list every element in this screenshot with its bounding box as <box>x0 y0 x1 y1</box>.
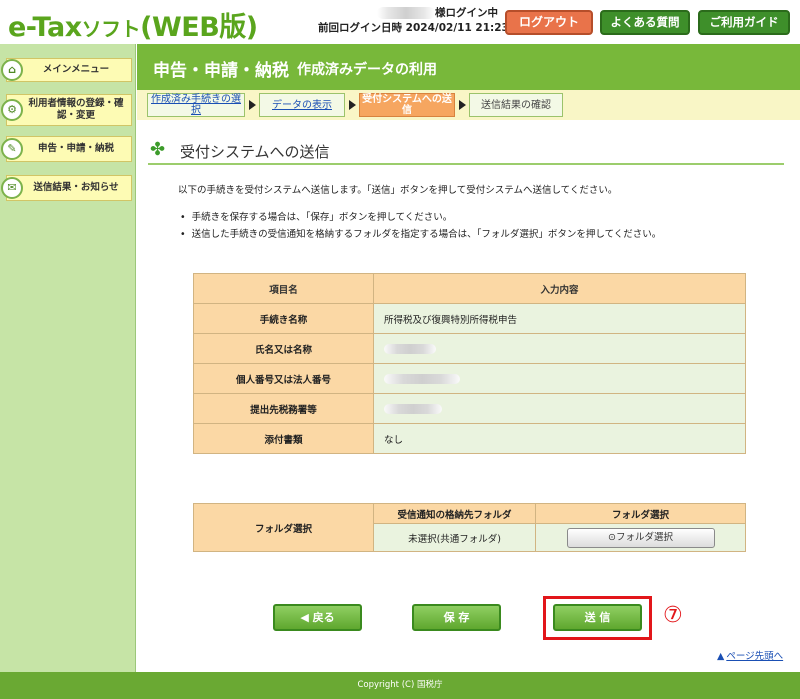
folder-select-button[interactable]: ⊙フォルダ選択 <box>566 527 715 548</box>
sidebar-item-main-menu[interactable]: ⌂ メインメニュー <box>1 58 132 82</box>
column-header-select: フォルダ選択 <box>535 503 746 524</box>
column-header-folder: 受信通知の格納先フォルダ <box>372 503 537 524</box>
page-subtitle: 作成済みデータの利用 <box>297 62 437 78</box>
send-button-highlight <box>543 596 652 640</box>
save-button[interactable]: 保 存 <box>412 604 501 631</box>
faq-button[interactable]: よくある質問 <box>600 10 690 35</box>
table-row: 提出先税務署等 <box>193 393 746 424</box>
user-name-redacted <box>377 7 435 19</box>
sidebar-item-declaration[interactable]: ✎ 申告・申請・納税 <box>1 136 132 162</box>
section-heading: ✤ 受付システムへの送信 <box>148 137 784 165</box>
login-status: 様ログイン中 <box>435 7 498 19</box>
sidebar: ⌂ メインメニュー ⚙ 利用者情報の登録・確認・変更 ✎ 申告・申請・納税 ✉ … <box>0 44 136 672</box>
table-row: 氏名又は名称 <box>193 333 746 364</box>
bullet-save-note: 手続きを保存する場合は、「保存」ボタンを押してください。 <box>180 209 453 223</box>
user-settings-icon: ⚙ <box>1 99 23 121</box>
redacted-tax-office <box>384 403 442 414</box>
bullet-folder-note: 送信した手続きの受信通知を格納するフォルダを指定する場合は、「フォルダ選択」ボタ… <box>180 226 662 240</box>
table-row: 個人番号又は法人番号 <box>193 363 746 394</box>
last-login-value: 2024/02/11 21:23 <box>405 22 509 34</box>
step-arrow-icon <box>249 100 256 110</box>
logout-button[interactable]: ログアウト <box>505 10 593 35</box>
step-confirm-result: 送信結果の確認 <box>469 93 563 117</box>
step-arrow-icon <box>459 100 466 110</box>
step-select-procedure[interactable]: 作成済み手続きの選択 <box>147 93 245 117</box>
document-icon: ✎ <box>1 138 23 160</box>
page-top-link[interactable]: ▲ ページ先頭へ <box>717 648 783 662</box>
etax-logo: e-Taxソフト(WEB版) <box>8 12 258 43</box>
notice-icon: ✉ <box>1 177 23 199</box>
sidebar-item-user-info[interactable]: ⚙ 利用者情報の登録・確認・変更 <box>1 94 132 126</box>
home-icon: ⌂ <box>1 59 23 81</box>
section-title: 受付システムへの送信 <box>180 143 330 161</box>
column-header-item: 項目名 <box>193 273 374 304</box>
step-number-annotation: ⑦ <box>663 603 683 628</box>
folder-row-label: フォルダ選択 <box>193 503 374 552</box>
step-progress: 作成済み手続きの選択 データの表示 受付システムへの送信 送信結果の確認 <box>137 90 800 120</box>
section-description: 以下の手続きを受付システムへ送信します。「送信」ボタンを押して受付システムへ送信… <box>178 185 618 196</box>
sidebar-item-notices[interactable]: ✉ 送信結果・お知らせ <box>1 175 132 201</box>
footer-copyright: Copyright (C) 国税庁 <box>0 672 800 699</box>
last-login-label: 前回ログイン日時 <box>318 22 402 34</box>
procedure-info-table: 項目名 入力内容 手続き名称 所得税及び復興特別所得税申告 氏名又は名称 個人番… <box>193 273 746 454</box>
step-arrow-icon <box>349 100 356 110</box>
table-row: 添付書類 なし <box>193 423 746 454</box>
arrow-up-icon: ▲ <box>717 651 725 662</box>
step-send-current: 受付システムへの送信 <box>359 93 455 117</box>
column-header-content: 入力内容 <box>373 273 746 304</box>
header: e-Taxソフト(WEB版) 様ログイン中 前回ログイン日時 2024/02/1… <box>0 0 800 44</box>
step-display-data[interactable]: データの表示 <box>259 93 345 117</box>
login-info: 様ログイン中 前回ログイン日時 2024/02/11 21:23 <box>318 6 509 36</box>
back-button[interactable]: ◀ 戻る <box>273 604 362 631</box>
redacted-number <box>384 373 460 384</box>
guide-button[interactable]: ご利用ガイド <box>698 10 790 35</box>
play-circle-icon: ⊙ <box>608 531 616 543</box>
table-row: 手続き名称 所得税及び復興特別所得税申告 <box>193 303 746 334</box>
folder-selection-table: フォルダ選択 受信通知の格納先フォルダ フォルダ選択 未選択(共通フォルダ) ⊙… <box>193 503 746 552</box>
clover-icon: ✤ <box>150 139 166 160</box>
folder-value: 未選択(共通フォルダ) <box>372 523 537 552</box>
page-title: 申告・申請・納税 <box>153 61 289 81</box>
back-arrow-icon: ◀ <box>300 611 309 624</box>
redacted-name <box>384 343 436 354</box>
page-titlebar: 申告・申請・納税 作成済みデータの利用 <box>137 44 800 90</box>
